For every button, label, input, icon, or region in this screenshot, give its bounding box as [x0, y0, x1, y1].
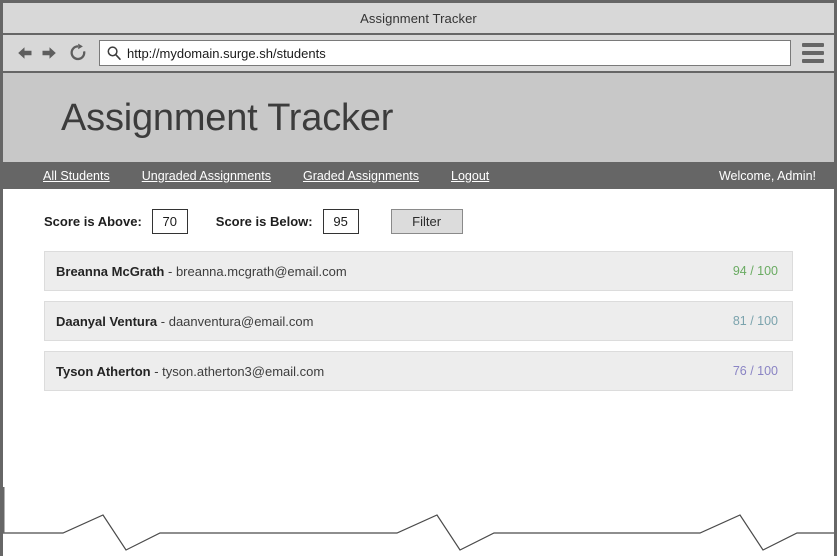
student-info: Breanna McGrath - breanna.mcgrath@email.…: [56, 264, 347, 279]
nav-link-logout[interactable]: Logout: [451, 169, 489, 183]
student-separator: -: [157, 313, 169, 329]
student-info: Daanyal Ventura - daanventura@email.com: [56, 314, 313, 329]
search-icon: [107, 46, 121, 60]
student-info: Tyson Atherton - tyson.atherton3@email.c…: [56, 364, 324, 379]
nav-link-graded-assignments[interactable]: Graded Assignments: [303, 169, 419, 183]
hamburger-bar: [802, 59, 824, 63]
score-above-label: Score is Above:: [44, 214, 142, 229]
site-navigation-bar: All Students Ungraded Assignments Graded…: [3, 162, 834, 189]
score-below-label: Score is Below:: [215, 214, 313, 229]
browser-toolbar: http://mydomain.surge.sh/students: [3, 35, 834, 73]
address-bar[interactable]: http://mydomain.surge.sh/students: [99, 40, 791, 66]
student-separator: -: [164, 263, 176, 279]
filter-bar: Score is Above: Score is Below: Filter: [3, 189, 834, 234]
student-row[interactable]: Tyson Atherton - tyson.atherton3@email.c…: [44, 351, 793, 391]
filter-button[interactable]: Filter: [390, 209, 463, 234]
student-list: Breanna McGrath - breanna.mcgrath@email.…: [44, 251, 793, 391]
url-text: http://mydomain.surge.sh/students: [127, 45, 326, 61]
score-above-input[interactable]: [151, 209, 188, 234]
student-name: Tyson Atherton: [56, 363, 151, 379]
forward-arrow-icon[interactable]: [39, 41, 61, 65]
nav-link-all-students[interactable]: All Students: [43, 169, 110, 183]
site-banner: Assignment Tracker: [3, 73, 834, 162]
page-title: Assignment Tracker: [61, 96, 394, 139]
window-title-bar: Assignment Tracker: [3, 3, 834, 35]
student-email: breanna.mcgrath@email.com: [175, 263, 347, 279]
page-viewport: Assignment Tracker All Students Ungraded…: [3, 73, 834, 557]
student-row[interactable]: Breanna McGrath - breanna.mcgrath@email.…: [44, 251, 793, 291]
back-arrow-icon[interactable]: [13, 41, 35, 65]
torn-page-edge: [3, 487, 834, 551]
student-name: Daanyal Ventura: [56, 313, 158, 329]
reload-icon[interactable]: [67, 41, 89, 65]
hamburger-bar: [802, 51, 824, 55]
window-title: Assignment Tracker: [360, 10, 477, 26]
student-email: tyson.atherton3@email.com: [162, 363, 325, 379]
student-score: 76 / 100: [732, 364, 778, 378]
student-score: 81 / 100: [732, 314, 778, 328]
student-score: 94 / 100: [732, 264, 778, 278]
score-below-input[interactable]: [322, 209, 359, 234]
student-email: daanventura@email.com: [168, 313, 314, 329]
student-name: Breanna McGrath: [56, 263, 165, 279]
nav-link-ungraded-assignments[interactable]: Ungraded Assignments: [142, 169, 271, 183]
hamburger-menu-icon[interactable]: [800, 40, 826, 66]
welcome-message: Welcome, Admin!: [718, 168, 816, 183]
nav-links: All Students Ungraded Assignments Graded…: [43, 169, 489, 183]
hamburger-bar: [802, 43, 824, 47]
student-separator: -: [150, 363, 163, 379]
browser-window: Assignment Tracker http://mydomain.surge…: [0, 0, 837, 557]
student-row[interactable]: Daanyal Ventura - daanventura@email.com 8…: [44, 301, 793, 341]
